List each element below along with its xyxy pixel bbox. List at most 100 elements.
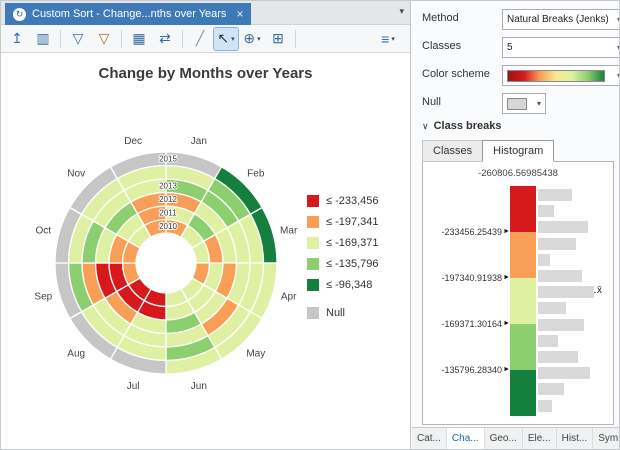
class-color-strip <box>510 186 536 416</box>
tab-overflow-chevron-icon[interactable]: ▾ <box>399 6 404 17</box>
class-strip-segment-4 <box>510 324 536 370</box>
month-label-Jun: Jun <box>191 381 207 392</box>
chart-view-tab[interactable]: ↻ Custom Sort - Change...nths over Years… <box>5 3 251 25</box>
histogram-bar <box>538 286 594 298</box>
month-label-Jul: Jul <box>127 381 140 392</box>
method-select[interactable]: Natural Breaks (Jenks)▾ <box>502 9 620 30</box>
arcgis-pro-chart-view: ↻ Custom Sort - Change...nths over Years… <box>0 0 620 450</box>
bottom-tab-hist[interactable]: Hist... <box>557 428 594 449</box>
select-mode-icon[interactable]: ↖▾ <box>214 28 238 50</box>
null-select[interactable]: ▾ <box>502 93 546 114</box>
class-break-value: -135796.28340 <box>442 365 503 375</box>
legend-swatch <box>307 307 319 319</box>
filter-by-selection-icon[interactable]: ▽ <box>66 28 90 50</box>
chart-tab-icon: ↻ <box>13 8 26 21</box>
class-break-row: -197340.91938► <box>423 272 510 283</box>
bottom-tab-sym[interactable]: Sym... <box>593 428 620 449</box>
histogram-bar <box>538 189 572 201</box>
legend-label: ≤ -169,371 <box>326 237 379 249</box>
pane-bottom-tabs: Cat...Cha...Geo...Ele...Hist...Sym... <box>412 427 620 449</box>
close-tab-icon[interactable]: × <box>236 7 243 21</box>
year-label-2013: 2013 <box>159 181 177 190</box>
trend-line-icon[interactable]: ╱ <box>188 28 212 50</box>
year-label-2012: 2012 <box>159 195 177 204</box>
histogram-bar <box>538 270 582 282</box>
histogram-bar <box>538 383 564 395</box>
color-scheme-select[interactable]: ▾ <box>502 65 620 86</box>
month-label-Aug: Aug <box>67 348 85 359</box>
month-label-Sep: Sep <box>34 291 52 302</box>
legend-item[interactable]: ≤ -197,341 <box>307 216 379 228</box>
legend-options-icon[interactable]: ≡▾ <box>376 28 400 50</box>
month-label-Mar: Mar <box>280 226 298 237</box>
field-row-classes: Classes5▾ <box>422 37 616 59</box>
full-extent-icon[interactable]: ⊞ <box>266 28 290 50</box>
legend-item[interactable]: ≤ -233,456 <box>307 195 379 207</box>
chart-properties-icon[interactable]: ▥ <box>31 28 55 50</box>
color-scheme-strip <box>507 70 605 82</box>
break-handle-icon[interactable]: ► <box>503 366 510 373</box>
field-label: Null <box>422 96 441 108</box>
bottom-tab-cat[interactable]: Cat... <box>412 428 447 449</box>
class-break-value: -197340.91938 <box>442 273 503 283</box>
month-label-Oct: Oct <box>36 226 52 237</box>
class-break-value: -233456.25439 <box>442 227 503 237</box>
class-strip-segment-3 <box>510 278 536 324</box>
month-label-Jan: Jan <box>191 136 207 147</box>
filter-by-extent-icon[interactable]: ▽ <box>92 28 116 50</box>
histogram-bar <box>538 319 584 331</box>
month-label-Feb: Feb <box>247 169 265 180</box>
histogram-bar <box>538 302 566 314</box>
legend-swatch <box>307 216 319 228</box>
selected-value: 5 <box>507 42 513 53</box>
legend-item[interactable]: ≤ -135,796 <box>307 258 379 270</box>
month-label-Dec: Dec <box>124 136 142 147</box>
legend-item[interactable]: ≤ -169,371 <box>307 237 379 249</box>
month-label-May: May <box>246 348 265 359</box>
bottom-tab-cha[interactable]: Cha... <box>447 428 485 449</box>
zoom-mode-icon[interactable]: ⊕▾ <box>240 28 264 50</box>
class-breaks-expander[interactable]: ∨Class breaks <box>422 120 501 132</box>
tab-classes[interactable]: Classes <box>422 140 482 162</box>
month-label-Apr: Apr <box>281 291 297 302</box>
class-break-row: -233456.25439► <box>423 226 510 237</box>
legend-label: ≤ -135,796 <box>326 258 379 270</box>
classes-select[interactable]: 5▾ <box>502 37 620 58</box>
break-handle-icon[interactable]: ► <box>503 228 510 235</box>
legend-item[interactable]: Null <box>307 307 379 319</box>
chart-title: Change by Months over Years <box>1 65 410 82</box>
switch-axes-icon: ⇄ <box>159 30 171 47</box>
legend-item[interactable]: ≤ -96,348 <box>307 279 379 291</box>
view-tab-strip: ↻ Custom Sort - Change...nths over Years… <box>1 1 410 25</box>
class-breaks-tabs: ClassesHistogram <box>422 140 554 162</box>
break-handle-icon[interactable]: ► <box>503 320 510 327</box>
year-label-2011: 2011 <box>159 208 177 217</box>
field-row-method: MethodNatural Breaks (Jenks)▾ <box>422 9 616 31</box>
table-icon[interactable]: ▦ <box>127 28 151 50</box>
chevron-down-icon: ∨ <box>422 121 429 131</box>
full-extent-icon: ⊞ <box>272 30 284 47</box>
mean-label: x̄ <box>597 285 602 296</box>
toolbar-separator <box>60 30 61 48</box>
field-row-color-scheme: Color scheme▾ <box>422 65 616 87</box>
chart-toolbar: ↥▥ ▽ ▽ ▦ ⇄ ╱↖▾⊕▾ ⊞ ≡▾ <box>1 25 410 53</box>
month-label-Nov: Nov <box>67 169 85 180</box>
field-row-null: Null ▾ <box>422 93 616 115</box>
tab-histogram[interactable]: Histogram <box>482 140 554 162</box>
year-label-2010: 2010 <box>159 222 177 231</box>
bottom-tab-geo[interactable]: Geo... <box>485 428 523 449</box>
break-handle-icon[interactable]: ► <box>503 274 510 281</box>
legend-swatch <box>307 237 319 249</box>
bottom-tab-ele[interactable]: Ele... <box>523 428 557 449</box>
class-strip-segment-5 <box>510 370 536 416</box>
field-label: Classes <box>422 40 461 52</box>
export-chart-icon[interactable]: ↥ <box>5 28 29 50</box>
legend-swatch <box>307 195 319 207</box>
selected-value: Natural Breaks (Jenks) <box>507 14 609 25</box>
field-label: Method <box>422 12 459 24</box>
legend-swatch <box>307 279 319 291</box>
filter-by-selection-icon: ▽ <box>73 30 84 47</box>
dropdown-caret-icon: ▾ <box>537 99 541 108</box>
dropdown-caret-icon: ▾ <box>231 35 235 43</box>
switch-axes-icon[interactable]: ⇄ <box>153 28 177 50</box>
